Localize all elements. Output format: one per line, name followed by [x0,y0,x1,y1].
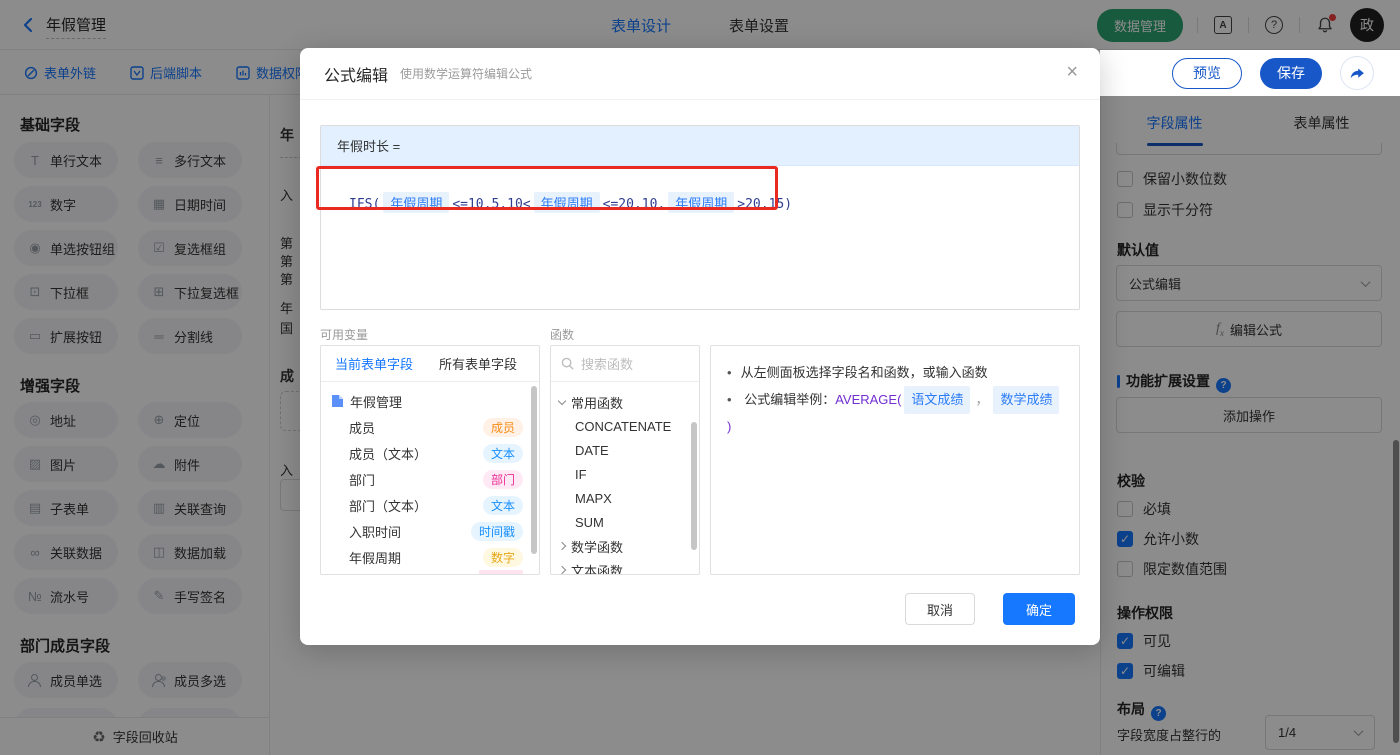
formula-editor-modal: 公式编辑 使用数学运算符编辑公式 × 年假时长 = IFS(年假周期 <=10,5… [300,48,1100,645]
function-item[interactable]: SUM [551,510,699,534]
formula-field-chip[interactable]: 年假周期 [383,192,450,213]
function-item[interactable]: CONCATENATE [551,414,699,438]
function-group-common[interactable]: 常用函数 [551,390,699,414]
chevron-right-icon [557,541,567,551]
variables-scrollbar[interactable] [531,386,537,554]
type-badge: 时间戳 [470,521,523,541]
modal-subtitle: 使用数学运算符编辑公式 [400,67,533,81]
help-tip-1: 从左侧面板选择字段名和函数，或输入函数 [727,360,1063,386]
function-search[interactable]: 搜索函数 [551,346,699,382]
tab-all-form-fields[interactable]: 所有表单字段 [439,354,517,373]
variable-row[interactable]: 成员（文本） 文本 [321,440,539,466]
variable-row[interactable]: 年假周期 数字 [321,544,539,570]
type-badge: 文本 [482,495,523,515]
type-badge: 数字 [482,547,523,567]
function-item[interactable]: MAPX [551,486,699,510]
variables-label: 可用变量 [320,328,369,342]
confirm-button[interactable]: 确定 [1003,593,1075,625]
search-placeholder: 搜索函数 [581,357,634,372]
modal-header: 公式编辑 使用数学运算符编辑公式 × [300,48,1100,100]
function-item[interactable]: DATE [551,438,699,462]
cancel-button[interactable]: 取消 [905,593,975,625]
help-tip-2: 公式编辑举例：AVERAGE(语文成绩，数学成绩) [727,386,1063,440]
chevron-right-icon [557,565,567,574]
variable-row[interactable]: 部门（文本） 文本 [321,492,539,518]
share-arrow-icon [1350,68,1364,78]
type-badge: 文本 [482,443,523,463]
example-function: AVERAGE( [835,392,902,407]
functions-scrollbar[interactable] [691,422,697,550]
formula-editor[interactable]: IFS(年假周期 <=10,5,10< 年假周期 <=20,10, 年假周期 >20,15… [321,166,1079,309]
tab-current-form-fields[interactable]: 当前表单字段 [335,354,413,373]
form-node[interactable]: 年假管理 [321,388,539,414]
partial-badge [479,570,523,574]
document-icon [332,395,343,407]
formula-function: IFS( [349,197,381,212]
share-button[interactable] [1340,56,1374,90]
formula-box: 年假时长 = IFS(年假周期 <=10,5,10< 年假周期 <=20,10, 年假周… [320,125,1080,310]
help-box: 从左侧面板选择字段名和函数，或输入函数 公式编辑举例：AVERAGE(语文成绩，… [710,345,1080,575]
example-paren: ) [727,419,732,434]
functions-box: 搜索函数 常用函数 CONCATENATE DATE IF MAPX SUM 数… [550,345,700,575]
function-group-text[interactable]: 文本函数 [551,558,699,574]
variables-box: 当前表单字段 所有表单字段 年假管理 成员 成员 成员（文本） 文本 部门 部门 部门… [320,345,540,575]
variables-list: 年假管理 成员 成员 成员（文本） 文本 部门 部门 部门（文本） 文本 入职时间 时间戳… [321,382,539,570]
formula-operator: <=20,10, [602,197,666,212]
preview-button[interactable]: 预览 [1172,57,1242,89]
formula-field-chip[interactable]: 年假周期 [533,192,600,213]
variable-row[interactable]: 入职时间 时间戳 [321,518,539,544]
variable-row[interactable]: 成员 成员 [321,414,539,440]
chevron-down-icon [557,396,567,405]
search-icon [561,357,574,370]
function-item[interactable]: IF [551,462,699,486]
variables-tabs: 当前表单字段 所有表单字段 [321,346,539,382]
formula-field-chip[interactable]: 年假周期 [668,192,735,213]
close-icon[interactable]: × [1066,62,1078,82]
example-field-chip: 数学成绩 [993,386,1060,414]
function-group-math[interactable]: 数学函数 [551,534,699,558]
canvas-actions: 预览 保存 [1100,50,1400,96]
type-badge: 成员 [482,417,523,437]
variable-row[interactable]: 部门 部门 [321,466,539,492]
functions-label: 函数 [550,328,575,342]
modal-title: 公式编辑 [324,67,389,85]
example-field-chip: 语文成绩 [904,386,971,414]
formula-target: 年假时长 = [321,126,1079,166]
functions-list: 常用函数 CONCATENATE DATE IF MAPX SUM 数学函数 文… [551,382,699,574]
save-button[interactable]: 保存 [1260,57,1322,89]
formula-operator: <=10,5,10< [452,197,531,212]
formula-operator: >20,15) [737,197,793,212]
type-badge: 部门 [482,469,523,489]
